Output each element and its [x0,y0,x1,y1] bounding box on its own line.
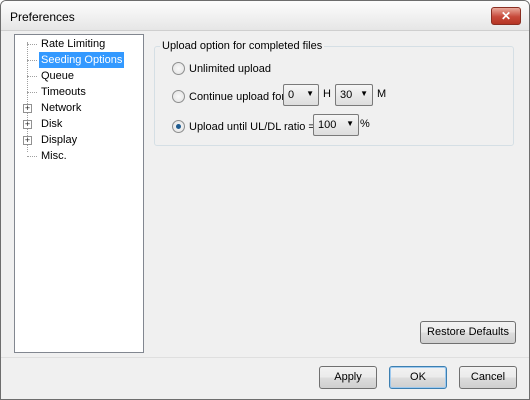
tree-branch-line [27,92,37,93]
settings-tree[interactable]: Rate Limiting Seeding Options Queue Time… [14,34,144,353]
tree-item-label[interactable]: Seeding Options [39,52,125,68]
close-button[interactable]: ✕ [491,7,521,25]
window-title: Preferences [10,10,75,24]
tree-item-label[interactable]: Rate Limiting [39,36,107,52]
cancel-button[interactable]: Cancel [459,366,517,389]
tree-item-display[interactable]: + Display [15,132,143,148]
tree-branch-line [27,156,37,157]
hours-dropdown[interactable]: 0 ▼ [283,84,319,106]
tree-item-label[interactable]: Misc. [39,148,69,164]
apply-button[interactable]: Apply [319,366,377,389]
tree-branch-line [27,60,37,61]
hours-unit-label: H [323,88,331,100]
dropdown-arrow-icon: ▼ [360,89,368,98]
ratio-unit-label: % [360,118,370,130]
tree-item-misc[interactable]: Misc. [15,148,143,164]
minutes-value: 30 [340,89,353,101]
ratio-upload-radio[interactable] [172,120,185,133]
title-bar[interactable]: Preferences ✕ [1,1,529,31]
preferences-window: Preferences ✕ Rate Limiting Seeding Opti… [0,0,530,400]
expand-plus-icon[interactable]: + [23,136,32,145]
upload-options-group: Upload option for completed files Unlimi… [154,40,514,146]
minutes-dropdown[interactable]: 30 ▼ [335,84,373,106]
tree-item-disk[interactable]: + Disk [15,116,143,132]
expand-plus-icon[interactable]: + [23,104,32,113]
minutes-unit-label: M [377,88,387,100]
ratio-upload-option[interactable]: Upload until UL/DL ratio = [172,117,332,137]
tree-item-queue[interactable]: Queue [15,68,143,84]
dropdown-arrow-icon: ▼ [306,89,314,98]
tree-branch-line [27,76,37,77]
ratio-upload-label[interactable]: Upload until UL/DL ratio = [189,121,315,133]
tree-item-label[interactable]: Timeouts [39,84,88,100]
tree-item-timeouts[interactable]: Timeouts [15,84,143,100]
hours-value: 0 [288,89,295,101]
expand-plus-icon[interactable]: + [23,120,32,129]
tree-item-rate-limiting[interactable]: Rate Limiting [15,36,143,52]
unlimited-upload-label[interactable]: Unlimited upload [189,63,271,75]
tree-item-label[interactable]: Display [39,132,79,148]
tree-branch-line [27,44,37,45]
tree-item-label[interactable]: Disk [39,116,64,132]
continue-upload-radio[interactable] [172,90,185,103]
ratio-value: 100 [318,119,337,131]
unlimited-upload-radio[interactable] [172,62,185,75]
dropdown-arrow-icon: ▼ [346,119,354,128]
tree-item-label[interactable]: Queue [39,68,76,84]
restore-defaults-button[interactable]: Restore Defaults [420,321,516,344]
divider [1,357,529,358]
ratio-dropdown[interactable]: 100 ▼ [313,114,359,136]
tree-item-network[interactable]: + Network [15,100,143,116]
group-title: Upload option for completed files [160,40,325,52]
tree-item-label[interactable]: Network [39,100,83,116]
ok-button[interactable]: OK [389,366,447,389]
continue-upload-label[interactable]: Continue upload for [189,91,285,103]
tree-item-seeding-options[interactable]: Seeding Options [15,52,143,68]
settings-panel: Upload option for completed files Unlimi… [144,34,522,353]
